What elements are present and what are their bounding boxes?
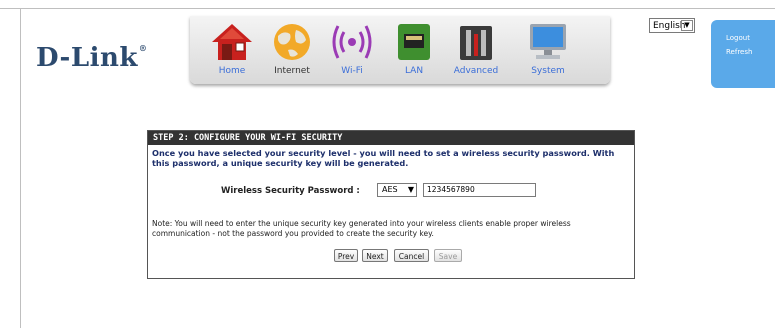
save-button[interactable]: Save [434,249,462,262]
language-select[interactable]: English ▼ [649,18,695,33]
logout-link[interactable]: Logout [726,34,750,42]
wizard-note: Note: You will need to enter the unique … [152,219,571,238]
refresh-link[interactable]: Refresh [726,48,752,56]
wizard-title: STEP 2: CONFIGURE YOUR WI-FI SECURITY [148,131,634,145]
password-input[interactable]: 1234567890 [423,183,536,197]
nav-advanced[interactable]: Advanced [448,22,504,82]
tools-icon [454,22,498,62]
home-icon [210,22,254,62]
encryption-select[interactable]: AES ▼ [377,183,417,197]
chevron-down-icon: ▼ [681,20,693,31]
lan-icon [392,22,436,62]
next-button[interactable]: Next [362,249,388,262]
wizard-intro: Once you have selected your security lev… [152,148,615,168]
nav-home[interactable]: Home [204,22,260,82]
chevron-down-icon: ▼ [407,185,414,194]
header-divider [0,8,775,9]
cancel-button[interactable]: Cancel [394,249,429,262]
side-panel: Logout Refresh [711,20,775,88]
dlink-logo: D-Link® [36,43,148,73]
left-border [20,8,21,328]
nav-lan[interactable]: LAN [386,22,442,82]
nav-system[interactable]: System [520,22,576,82]
computer-icon [526,22,570,62]
nav-wifi[interactable]: Wi-Fi [324,22,380,82]
prev-button[interactable]: Prev [334,249,358,262]
password-label: Wireless Security Password : [221,186,360,196]
main-navigation: Home Internet Wi-Fi LAN Advanced System [190,16,610,84]
globe-icon [270,22,314,62]
wifi-security-wizard: STEP 2: CONFIGURE YOUR WI-FI SECURITY On… [147,130,635,279]
wifi-icon [330,22,374,62]
nav-internet[interactable]: Internet [264,22,320,82]
